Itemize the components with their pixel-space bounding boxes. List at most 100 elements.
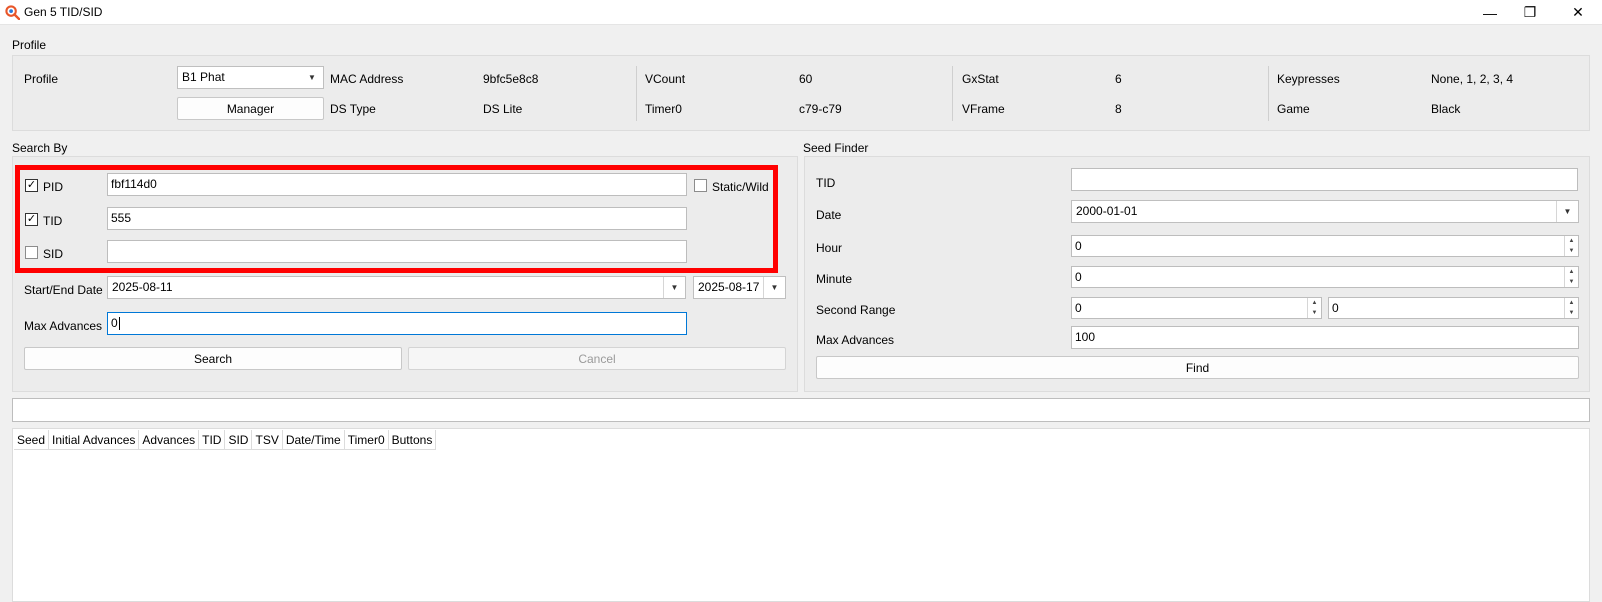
sid-input[interactable] — [107, 240, 687, 263]
tid-input[interactable]: 555 — [107, 207, 687, 230]
column-header-date-time[interactable]: Date/Time — [282, 430, 345, 450]
results-table-header: Seed Initial Advances Advances TID SID T… — [14, 430, 437, 450]
magnifier-app-icon — [5, 5, 20, 20]
window-title: Gen 5 TID/SID — [24, 5, 103, 19]
sf-minute-value: 0 — [1075, 270, 1082, 284]
game-value: Black — [1431, 102, 1461, 116]
spin-buttons[interactable]: ▲ ▼ — [1564, 236, 1578, 256]
sid-checkbox[interactable] — [25, 246, 38, 259]
vcount-value: 60 — [799, 72, 813, 86]
spin-up-icon[interactable]: ▲ — [1565, 267, 1578, 277]
spin-up-icon[interactable]: ▲ — [1308, 298, 1321, 308]
sf-date-value: 2000-01-01 — [1076, 204, 1138, 218]
sf-second-range-label: Second Range — [816, 303, 896, 317]
start-date-value: 2025-08-11 — [112, 280, 173, 294]
close-button[interactable]: ✕ — [1555, 0, 1601, 25]
vframe-label: VFrame — [962, 102, 1005, 116]
column-header-tsv[interactable]: TSV — [252, 430, 283, 450]
timer0-value: c79-c79 — [799, 102, 842, 116]
sf-max-advances-input[interactable]: 100 — [1071, 326, 1579, 349]
sf-hour-spinbox[interactable]: 0 ▲ ▼ — [1071, 235, 1579, 257]
static-wild-checkbox[interactable] — [694, 179, 707, 192]
minimize-icon: — — [1483, 4, 1497, 21]
max-advances-input[interactable]: 0 — [107, 312, 687, 335]
profile-select[interactable]: B1 Phat ▼ — [177, 66, 324, 89]
sf-second-end-spinbox[interactable]: 0 ▲ ▼ — [1328, 297, 1579, 319]
sid-label: SID — [43, 247, 64, 261]
vcount-label: VCount — [645, 72, 686, 86]
restore-button[interactable]: ❐ — [1507, 0, 1553, 25]
search-by-group-label: Search By — [12, 141, 68, 155]
progress-bar — [12, 398, 1590, 422]
check-icon: ✓ — [26, 213, 37, 225]
sf-date-label: Date — [816, 208, 842, 222]
check-icon: ✓ — [26, 179, 37, 191]
manager-button[interactable]: Manager — [177, 97, 324, 120]
sf-tid-input[interactable] — [1071, 168, 1578, 191]
column-header-advances[interactable]: Advances — [139, 430, 200, 450]
profile-label: Profile — [24, 72, 59, 86]
max-advances-label: Max Advances — [24, 319, 103, 333]
sf-second-start-value: 0 — [1075, 301, 1082, 315]
end-date-value: 2025-08-17 — [698, 280, 760, 294]
ds-type-label: DS Type — [330, 102, 376, 116]
column-header-initial-advances[interactable]: Initial Advances — [49, 430, 140, 450]
timer0-label: Timer0 — [645, 102, 682, 116]
sf-date-picker[interactable]: 2000-01-01 ▼ — [1071, 200, 1579, 223]
sf-minute-spinbox[interactable]: 0 ▲ ▼ — [1071, 266, 1579, 288]
chevron-down-icon[interactable]: ▼ — [663, 277, 685, 298]
seed-finder-group-label: Seed Finder — [803, 141, 869, 155]
text-caret — [118, 317, 120, 331]
pid-input[interactable]: fbf114d0 — [107, 173, 687, 196]
spin-up-icon[interactable]: ▲ — [1565, 298, 1578, 308]
column-header-timer0[interactable]: Timer0 — [344, 430, 389, 450]
start-end-date-label: Start/End Date — [24, 283, 103, 297]
chevron-down-icon: ▼ — [308, 73, 316, 82]
start-date-picker[interactable]: 2025-08-11 ▼ — [107, 276, 686, 299]
tid-label: TID — [43, 214, 63, 228]
spin-buttons[interactable]: ▲ ▼ — [1564, 298, 1578, 318]
pid-checkbox[interactable]: ✓ — [25, 179, 38, 192]
spin-buttons[interactable]: ▲ ▼ — [1564, 267, 1578, 287]
profile-group-label: Profile — [12, 38, 47, 52]
mac-address-value: 9bfc5e8c8 — [483, 72, 539, 86]
sf-second-start-spinbox[interactable]: 0 ▲ ▼ — [1071, 297, 1322, 319]
cancel-button[interactable]: Cancel — [408, 347, 786, 370]
spin-down-icon[interactable]: ▼ — [1565, 277, 1578, 287]
separator — [952, 66, 953, 121]
column-header-tid[interactable]: TID — [199, 430, 226, 450]
column-header-sid[interactable]: SID — [225, 430, 253, 450]
gxstat-label: GxStat — [962, 72, 999, 86]
profile-select-value: B1 Phat — [182, 70, 225, 84]
restore-icon: ❐ — [1523, 4, 1537, 20]
search-button[interactable]: Search — [24, 347, 402, 370]
pid-label: PID — [43, 180, 64, 194]
sf-hour-label: Hour — [816, 241, 843, 255]
spin-buttons[interactable]: ▲ ▼ — [1307, 298, 1321, 318]
mac-address-label: MAC Address — [330, 72, 404, 86]
spin-down-icon[interactable]: ▼ — [1565, 246, 1578, 256]
title-bar: Gen 5 TID/SID — ❐ ✕ — [0, 0, 1602, 25]
keypresses-value: None, 1, 2, 3, 4 — [1431, 72, 1514, 86]
column-header-buttons[interactable]: Buttons — [388, 430, 437, 450]
sf-tid-label: TID — [816, 176, 836, 190]
chevron-down-icon[interactable]: ▼ — [1556, 201, 1578, 222]
results-table[interactable]: Seed Initial Advances Advances TID SID T… — [12, 428, 1590, 602]
game-label: Game — [1277, 102, 1310, 116]
end-date-picker[interactable]: 2025-08-17 ▼ — [693, 276, 786, 299]
sf-hour-value: 0 — [1075, 239, 1082, 253]
separator — [636, 66, 637, 121]
spin-down-icon[interactable]: ▼ — [1565, 308, 1578, 318]
sf-minute-label: Minute — [816, 272, 853, 286]
spin-down-icon[interactable]: ▼ — [1308, 308, 1321, 318]
close-icon: ✕ — [1572, 4, 1584, 20]
gxstat-value: 6 — [1115, 72, 1122, 86]
separator — [1268, 66, 1269, 121]
sf-second-end-value: 0 — [1332, 301, 1339, 315]
chevron-down-icon[interactable]: ▼ — [763, 277, 785, 298]
ds-type-value: DS Lite — [483, 102, 523, 116]
column-header-seed[interactable]: Seed — [14, 430, 50, 450]
find-button[interactable]: Find — [816, 356, 1579, 379]
tid-checkbox[interactable]: ✓ — [25, 213, 38, 226]
spin-up-icon[interactable]: ▲ — [1565, 236, 1578, 246]
